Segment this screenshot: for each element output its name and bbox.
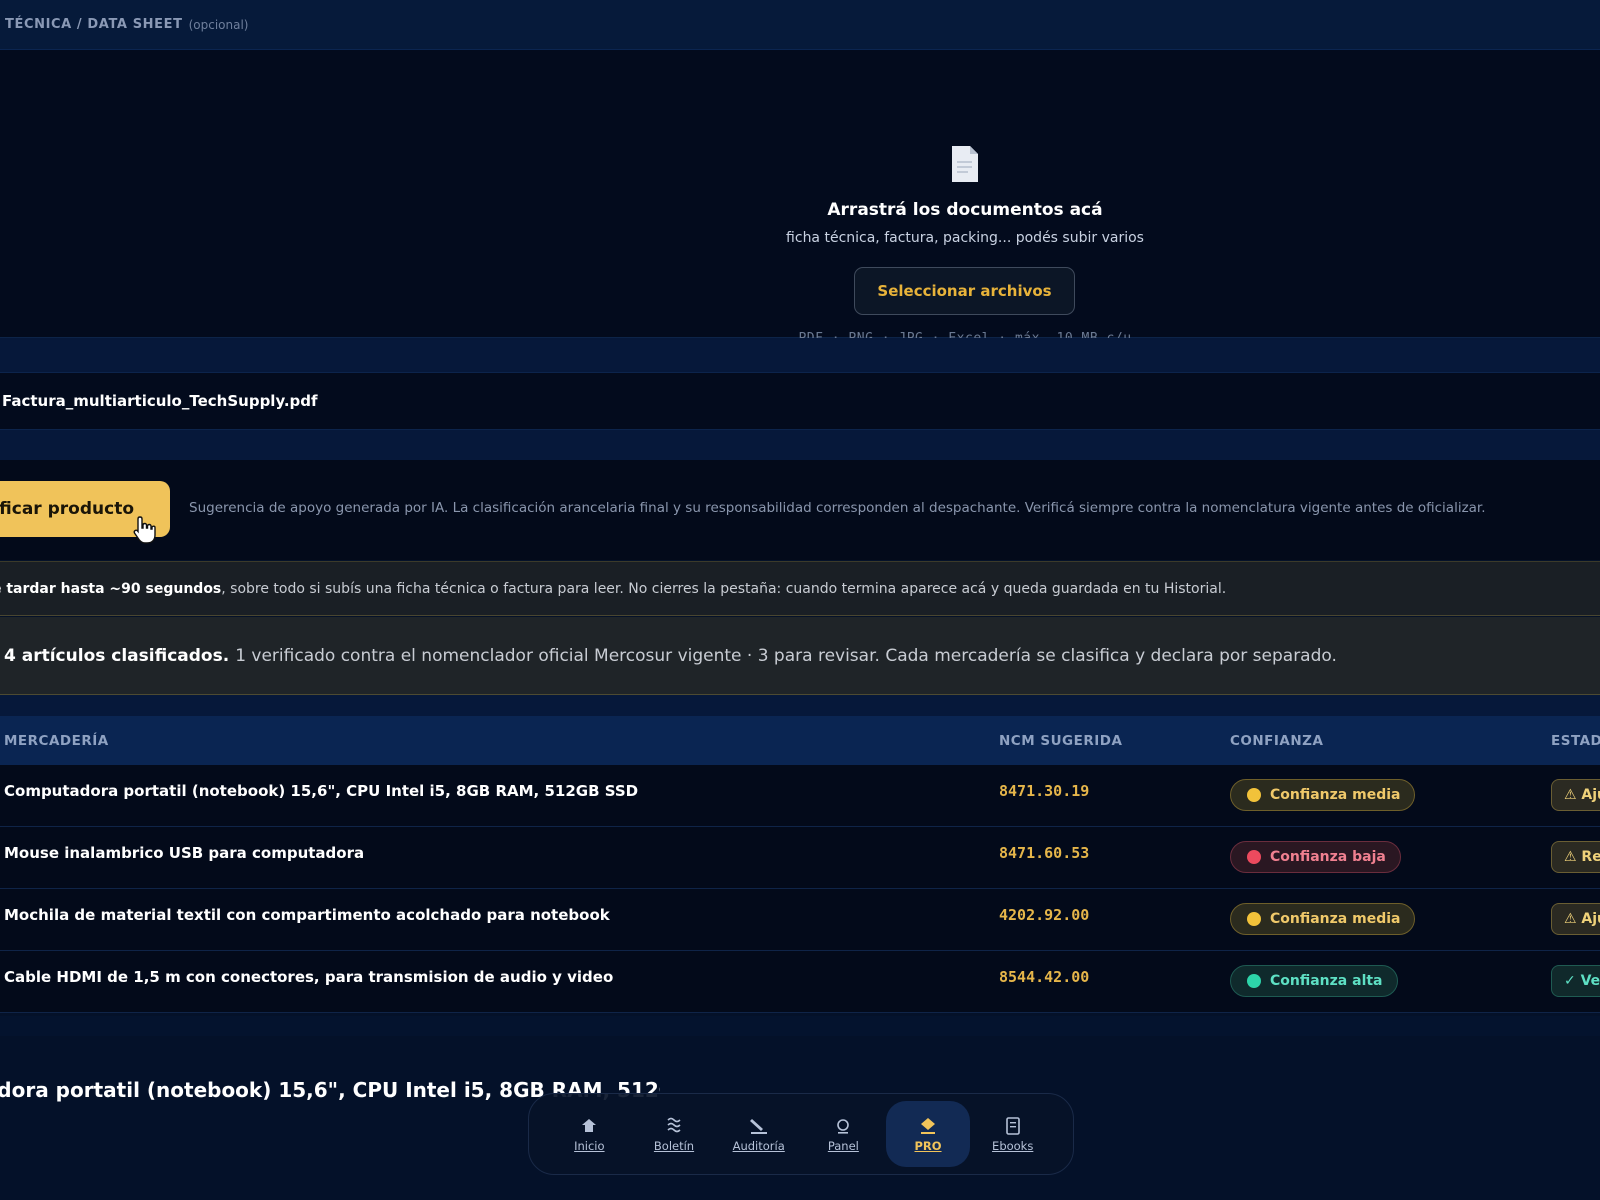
bottom-nav: Inicio Boletín Auditoría Panel PRO Ebook… <box>528 1093 1074 1175</box>
file-dropzone[interactable]: Arrastrá los documentos acá ficha técnic… <box>0 50 1600 346</box>
nav-label: Inicio <box>574 1139 605 1153</box>
confidence-badge: Confianza media <box>1230 903 1416 935</box>
dropzone-subtitle: ficha técnica, factura, packing... podés… <box>786 230 1144 246</box>
nav-item-panel[interactable]: Panel <box>801 1101 886 1167</box>
circle-icon <box>832 1115 854 1137</box>
uploaded-file-item[interactable]: Factura_multiarticulo_TechSupply.pdf <box>0 372 1600 430</box>
result-count: 4 artículos clasificados. <box>4 645 230 666</box>
table-row[interactable]: Cable HDMI de 1,5 m con conectores, para… <box>0 951 1600 1013</box>
nav-label: Ebooks <box>992 1139 1034 1153</box>
separator-band <box>0 430 1600 460</box>
confidence-badge: Confianza baja <box>1230 841 1401 873</box>
status-dot-icon <box>1247 850 1261 864</box>
book-icon <box>1002 1115 1024 1137</box>
nav-label: Auditoría <box>732 1139 785 1153</box>
separator-band <box>0 1016 1600 1036</box>
row-ncm-code: 8471.30.19 <box>999 782 1090 800</box>
select-files-button[interactable]: Seleccionar archivos <box>854 267 1075 315</box>
pen-icon <box>748 1115 770 1137</box>
home-icon <box>578 1115 600 1137</box>
diamond-icon <box>917 1115 939 1137</box>
nav-item-inicio[interactable]: Inicio <box>547 1101 632 1167</box>
nav-label: PRO <box>914 1139 942 1153</box>
table-header: MERCADERÍA NCM SUGERIDA CONFIANZA ESTADO <box>0 716 1600 765</box>
header-ncm[interactable]: NCM SUGERIDA <box>999 716 1122 765</box>
state-badge[interactable]: ⚠ Ajustar <box>1551 903 1600 935</box>
nav-item-ebooks[interactable]: Ebooks <box>970 1101 1055 1167</box>
row-ncm-code: 4202.92.00 <box>999 906 1090 924</box>
table-row[interactable]: Mochila de material textil con compartim… <box>0 889 1600 951</box>
result-text: 1 verificado contra el nomenclador ofici… <box>235 645 1337 666</box>
section-title: TÉCNICA / DATA SHEET <box>5 17 183 32</box>
state-badge[interactable]: ✓ Verificado <box>1551 965 1600 997</box>
row-description: Mochila de material textil con compartim… <box>4 906 610 924</box>
nav-item-pro[interactable]: PRO <box>885 1101 971 1167</box>
row-description: Mouse inalambrico USB para computadora <box>4 844 365 862</box>
row-ncm-code: 8471.60.53 <box>999 844 1090 862</box>
section-header: TÉCNICA / DATA SHEET (opcional) <box>0 0 1600 50</box>
processing-time-note: e tardar hasta ~90 segundos , sobre todo… <box>0 561 1600 616</box>
state-badge[interactable]: ⚠ Ajustar <box>1551 779 1600 811</box>
separator-band <box>0 695 1600 716</box>
uploaded-file-name: Factura_multiarticulo_TechSupply.pdf <box>2 392 318 410</box>
waves-icon <box>663 1115 685 1137</box>
confidence-label: Confianza alta <box>1270 973 1383 989</box>
processing-time-text: , sobre todo si subís una ficha técnica … <box>221 580 1227 597</box>
status-dot-icon <box>1247 974 1261 988</box>
header-merchandise[interactable]: MERCADERÍA <box>4 716 109 765</box>
row-description: Cable HDMI de 1,5 m con conectores, para… <box>4 968 614 986</box>
dropzone-title: Arrastrá los documentos acá <box>827 200 1103 220</box>
classify-row: ificar producto Sugerencia de apoyo gene… <box>0 460 1600 560</box>
document-icon <box>952 146 978 182</box>
row-ncm-code: 8544.42.00 <box>999 968 1090 986</box>
row-description: Computadora portatil (notebook) 15,6", C… <box>4 782 639 800</box>
section-optional: (opcional) <box>188 17 249 32</box>
state-badge[interactable]: ⚠ Revisar <box>1551 841 1600 873</box>
confidence-label: Confianza baja <box>1270 849 1386 865</box>
processing-time-strong: e tardar hasta ~90 segundos <box>0 580 222 597</box>
header-state[interactable]: ESTADO <box>1551 716 1600 765</box>
classification-result-note: 4 artículos clasificados. 1 verificado c… <box>0 617 1600 695</box>
table-row[interactable]: Mouse inalambrico USB para computadora 8… <box>0 827 1600 889</box>
table-row[interactable]: Computadora portatil (notebook) 15,6", C… <box>0 765 1600 827</box>
header-confidence[interactable]: CONFIANZA <box>1230 716 1323 765</box>
nav-label: Boletín <box>653 1139 695 1153</box>
confidence-label: Confianza media <box>1270 787 1401 803</box>
status-dot-icon <box>1247 788 1261 802</box>
confidence-label: Confianza media <box>1270 911 1401 927</box>
status-dot-icon <box>1247 912 1261 926</box>
nav-item-boletin[interactable]: Boletín <box>632 1101 717 1167</box>
nav-label: Panel <box>827 1139 859 1153</box>
confidence-badge: Confianza alta <box>1230 965 1398 997</box>
confidence-badge: Confianza media <box>1230 779 1416 811</box>
classification-table: MERCADERÍA NCM SUGERIDA CONFIANZA ESTADO… <box>0 716 1600 1013</box>
hand-cursor-icon <box>133 516 156 544</box>
separator-band <box>0 338 1600 372</box>
nav-item-auditoria[interactable]: Auditoría <box>716 1101 801 1167</box>
ai-disclaimer: Sugerencia de apoyo generada por IA. La … <box>189 500 1486 516</box>
